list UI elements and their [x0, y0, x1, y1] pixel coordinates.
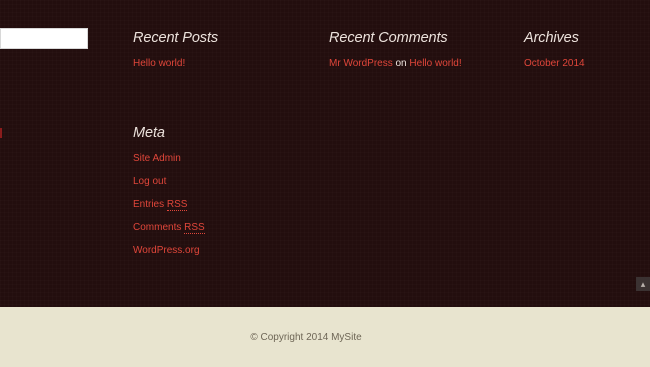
list-item: Hello world! — [133, 58, 218, 70]
recent-comments-widget: Recent Comments Mr WordPress on Hello wo… — [329, 29, 462, 70]
entries-rss-prefix: Entries — [133, 199, 167, 210]
comment-connector: on — [395, 58, 407, 69]
comment-post-link[interactable]: Hello world! — [409, 58, 461, 69]
search-input[interactable] — [0, 28, 88, 49]
archives-list: October 2014 — [524, 58, 585, 70]
entries-rss-link[interactable]: Entries RSS — [133, 199, 188, 211]
recent-posts-list: Hello world! — [133, 58, 218, 70]
site-footer: © Copyright 2014 MySite — [0, 307, 650, 367]
list-item: Mr WordPress on Hello world! — [329, 58, 462, 70]
recent-posts-title: Recent Posts — [133, 30, 219, 46]
archive-month-link[interactable]: October 2014 — [524, 58, 585, 69]
site-admin-link[interactable]: Site Admin — [133, 153, 181, 164]
footer-widget-area: Recent Posts Hello world! Recent Comment… — [0, 0, 650, 307]
archives-title: Archives — [524, 30, 579, 46]
comments-rss-link[interactable]: Comments RSS — [133, 222, 205, 234]
list-item: Site Admin — [133, 153, 205, 165]
recent-comments-list: Mr WordPress on Hello world! — [329, 58, 462, 70]
meta-widget: Meta Site Admin Log out Entries RSS Comm… — [133, 124, 205, 268]
page: Recent Posts Hello world! Recent Comment… — [0, 0, 650, 367]
wordpress-org-link[interactable]: WordPress.org — [133, 245, 200, 256]
list-item: Entries RSS — [133, 199, 205, 211]
list-item: Log out — [133, 176, 205, 188]
meta-list: Site Admin Log out Entries RSS Comments … — [133, 153, 205, 257]
list-item: Comments RSS — [133, 222, 205, 234]
list-item: October 2014 — [524, 58, 585, 70]
comments-rss-abbr: RSS — [184, 222, 205, 234]
archives-widget: Archives October 2014 — [524, 29, 585, 70]
recent-posts-widget: Recent Posts Hello world! — [133, 29, 218, 70]
recent-post-link[interactable]: Hello world! — [133, 58, 185, 69]
list-item: WordPress.org — [133, 245, 205, 257]
recent-comments-title: Recent Comments — [329, 30, 448, 46]
comments-rss-prefix: Comments — [133, 222, 185, 233]
scroll-to-top-button[interactable]: ▴ — [636, 277, 650, 291]
meta-title: Meta — [133, 125, 165, 141]
left-edge-marker — [0, 128, 2, 138]
copyright-text: © Copyright 2014 MySite — [250, 332, 362, 343]
log-out-link[interactable]: Log out — [133, 176, 166, 187]
comment-author-link[interactable]: Mr WordPress — [329, 58, 393, 69]
chevron-up-icon: ▴ — [640, 279, 646, 289]
entries-rss-abbr: RSS — [166, 199, 188, 211]
